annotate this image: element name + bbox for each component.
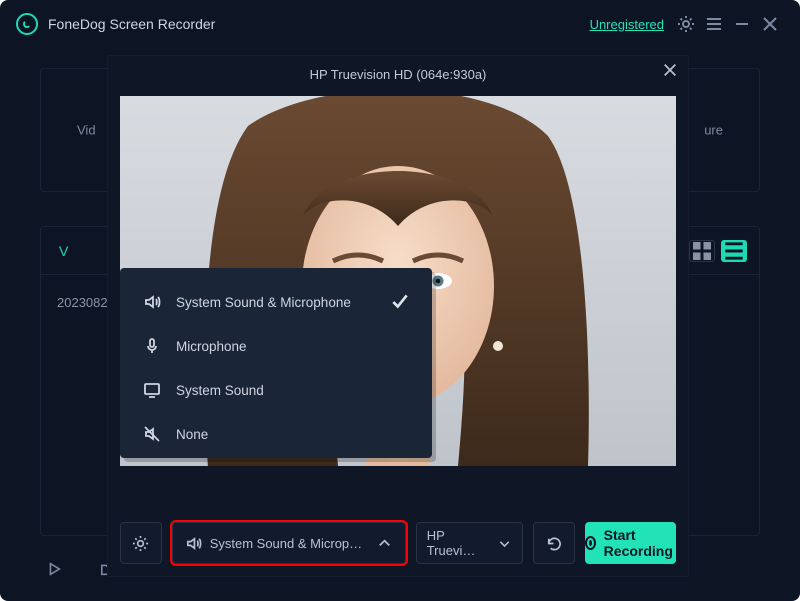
app-window: FoneDog Screen Recorder Unregistered Vid… — [0, 0, 800, 601]
video-tab-label: V — [59, 243, 68, 259]
audio-option-none[interactable]: None — [120, 412, 432, 456]
audio-option-system-and-mic[interactable]: System Sound & Microphone — [120, 280, 432, 324]
start-recording-button[interactable]: Start Recording — [585, 522, 676, 564]
app-logo-icon — [16, 13, 38, 35]
chevron-up-icon — [376, 535, 393, 552]
camera-label: HP Truevi… — [427, 528, 489, 558]
audio-option-system[interactable]: System Sound — [120, 368, 432, 412]
audio-source-dropdown[interactable]: System Sound & Microphone — [172, 522, 406, 564]
audio-option-label: System Sound — [176, 383, 264, 398]
dialog-close-icon[interactable] — [662, 62, 678, 83]
unregistered-link[interactable]: Unregistered — [590, 17, 664, 32]
video-tab[interactable]: V — [53, 243, 68, 259]
camera-dropdown[interactable]: HP Truevi… — [416, 522, 523, 564]
play-icon[interactable] — [40, 555, 68, 583]
check-icon — [390, 291, 410, 314]
titlebar: FoneDog Screen Recorder Unregistered — [0, 0, 800, 48]
settings-icon[interactable] — [672, 10, 700, 38]
view-grid-button[interactable] — [689, 240, 715, 262]
start-recording-label: Start Recording — [604, 527, 676, 559]
mute-icon — [142, 425, 162, 443]
reset-button[interactable] — [533, 522, 575, 564]
audio-source-menu: System Sound & Microphone Microphone Sys… — [120, 268, 432, 458]
menu-icon[interactable] — [700, 10, 728, 38]
mode-left-fragment: Vid — [77, 123, 96, 138]
app-title: FoneDog Screen Recorder — [48, 16, 215, 32]
audio-option-label: System Sound & Microphone — [176, 295, 351, 310]
dialog-title: HP Truevision HD (064e:930a) — [310, 67, 487, 82]
audio-option-microphone[interactable]: Microphone — [120, 324, 432, 368]
speaker-icon — [185, 535, 202, 552]
mic-icon — [142, 337, 162, 355]
close-icon[interactable] — [756, 10, 784, 38]
chevron-down-icon — [497, 535, 512, 552]
minimize-icon[interactable] — [728, 10, 756, 38]
audio-option-label: None — [176, 427, 208, 442]
record-icon — [585, 536, 596, 550]
audio-option-label: Microphone — [176, 339, 247, 354]
view-list-button[interactable] — [721, 240, 747, 262]
pc-icon — [142, 381, 162, 399]
speaker-icon — [142, 293, 162, 311]
dialog-controls: System Sound & Microphone HP Truevi… Sta… — [120, 522, 676, 564]
mode-right-fragment: ure — [704, 123, 723, 138]
audio-source-label: System Sound & Microphone — [210, 536, 368, 551]
dialog-header: HP Truevision HD (064e:930a) — [108, 56, 688, 92]
dialog-settings-button[interactable] — [120, 522, 162, 564]
